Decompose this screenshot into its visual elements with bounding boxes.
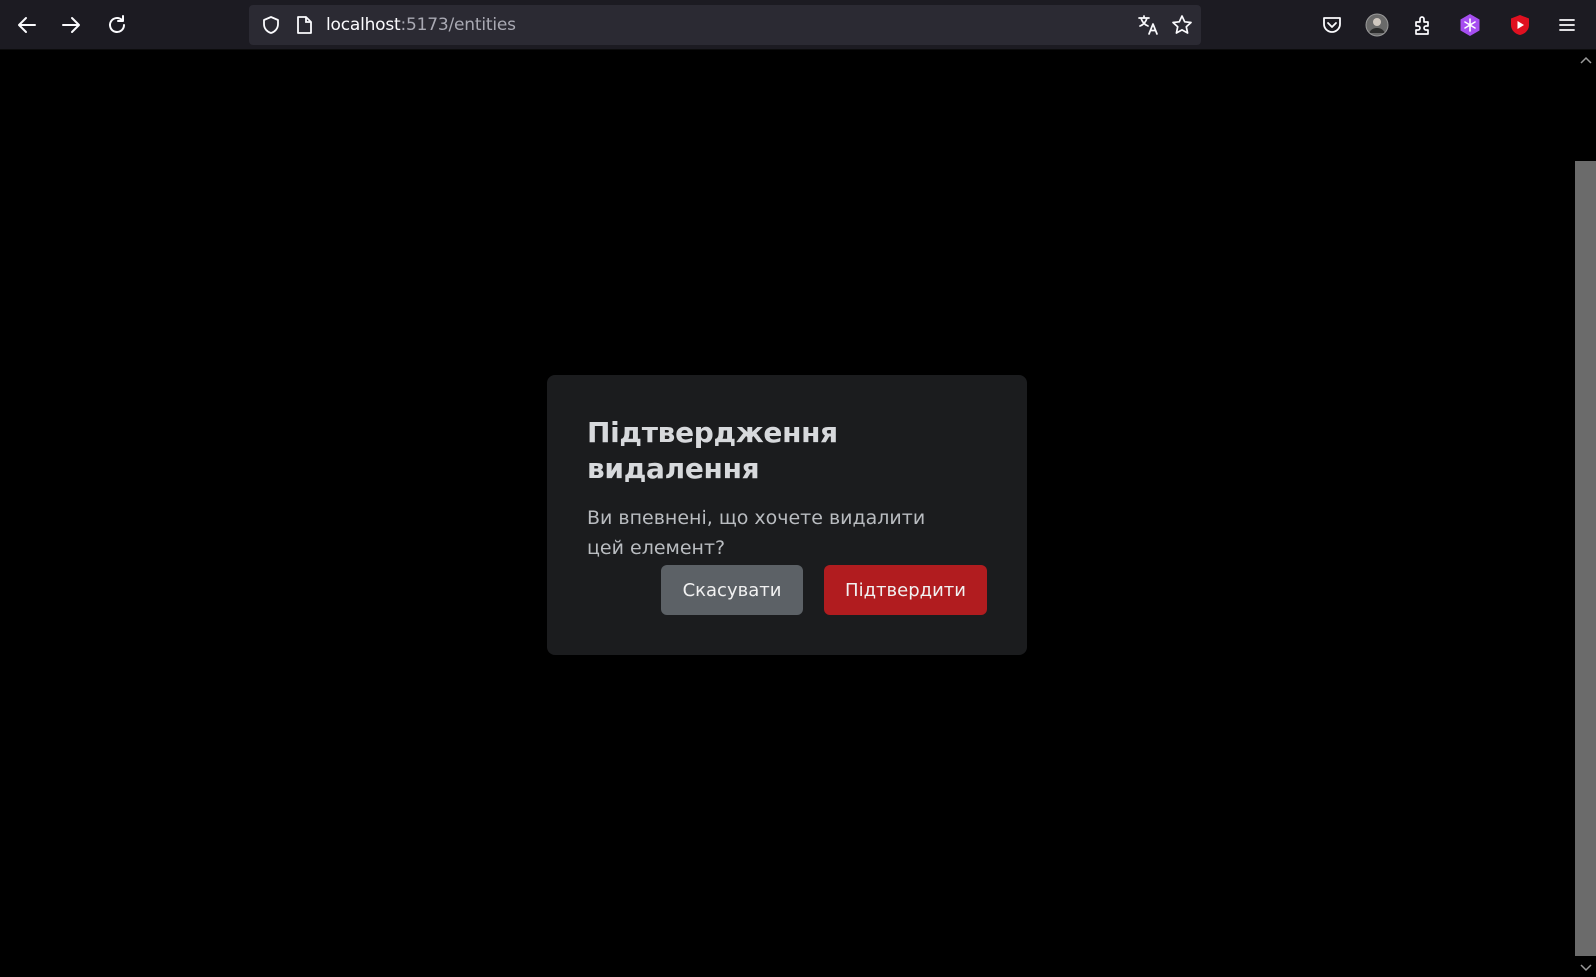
page-icon[interactable] (292, 13, 316, 37)
arrow-right-icon (62, 17, 80, 33)
browser-toolbar: localhost:5173/entities (0, 0, 1596, 50)
dialog-title: Підтвердження видалення (587, 416, 838, 485)
hamburger-menu-icon[interactable] (1553, 11, 1581, 39)
scroll-up-icon[interactable] (1575, 52, 1596, 68)
url-path: :5173/entities (400, 15, 516, 35)
confirm-button[interactable]: Підтвердити (824, 565, 987, 615)
scroll-down-icon[interactable] (1575, 960, 1596, 976)
puzzle-icon[interactable] (1409, 11, 1437, 39)
youtube-extension-icon[interactable] (1506, 11, 1534, 39)
pocket-icon[interactable] (1318, 11, 1346, 39)
url-host: localhost (326, 15, 401, 35)
confirm-delete-dialog: Підтвердження видалення Ви впевнені, що … (547, 375, 1027, 655)
avatar[interactable] (1363, 11, 1391, 39)
back-button[interactable] (11, 9, 43, 41)
reload-button[interactable] (101, 9, 133, 41)
scrollbar-thumb[interactable] (1575, 161, 1596, 956)
dialog-actions: Скасувати Підтвердити (661, 565, 987, 615)
forward-button[interactable] (55, 9, 87, 41)
arrow-left-icon (18, 17, 36, 33)
url-text[interactable]: localhost:5173/entities (326, 5, 516, 45)
cancel-button[interactable]: Скасувати (661, 565, 803, 615)
star-icon[interactable] (1170, 13, 1194, 37)
dialog-message: Ви впевнені, що хочете видалити цей елем… (587, 507, 926, 559)
address-bar[interactable]: localhost:5173/entities (249, 5, 1201, 45)
reload-icon (109, 15, 125, 33)
translate-icon[interactable] (1136, 13, 1160, 37)
shield-icon[interactable] (259, 13, 283, 37)
snowflake-extension-icon[interactable] (1456, 11, 1484, 39)
